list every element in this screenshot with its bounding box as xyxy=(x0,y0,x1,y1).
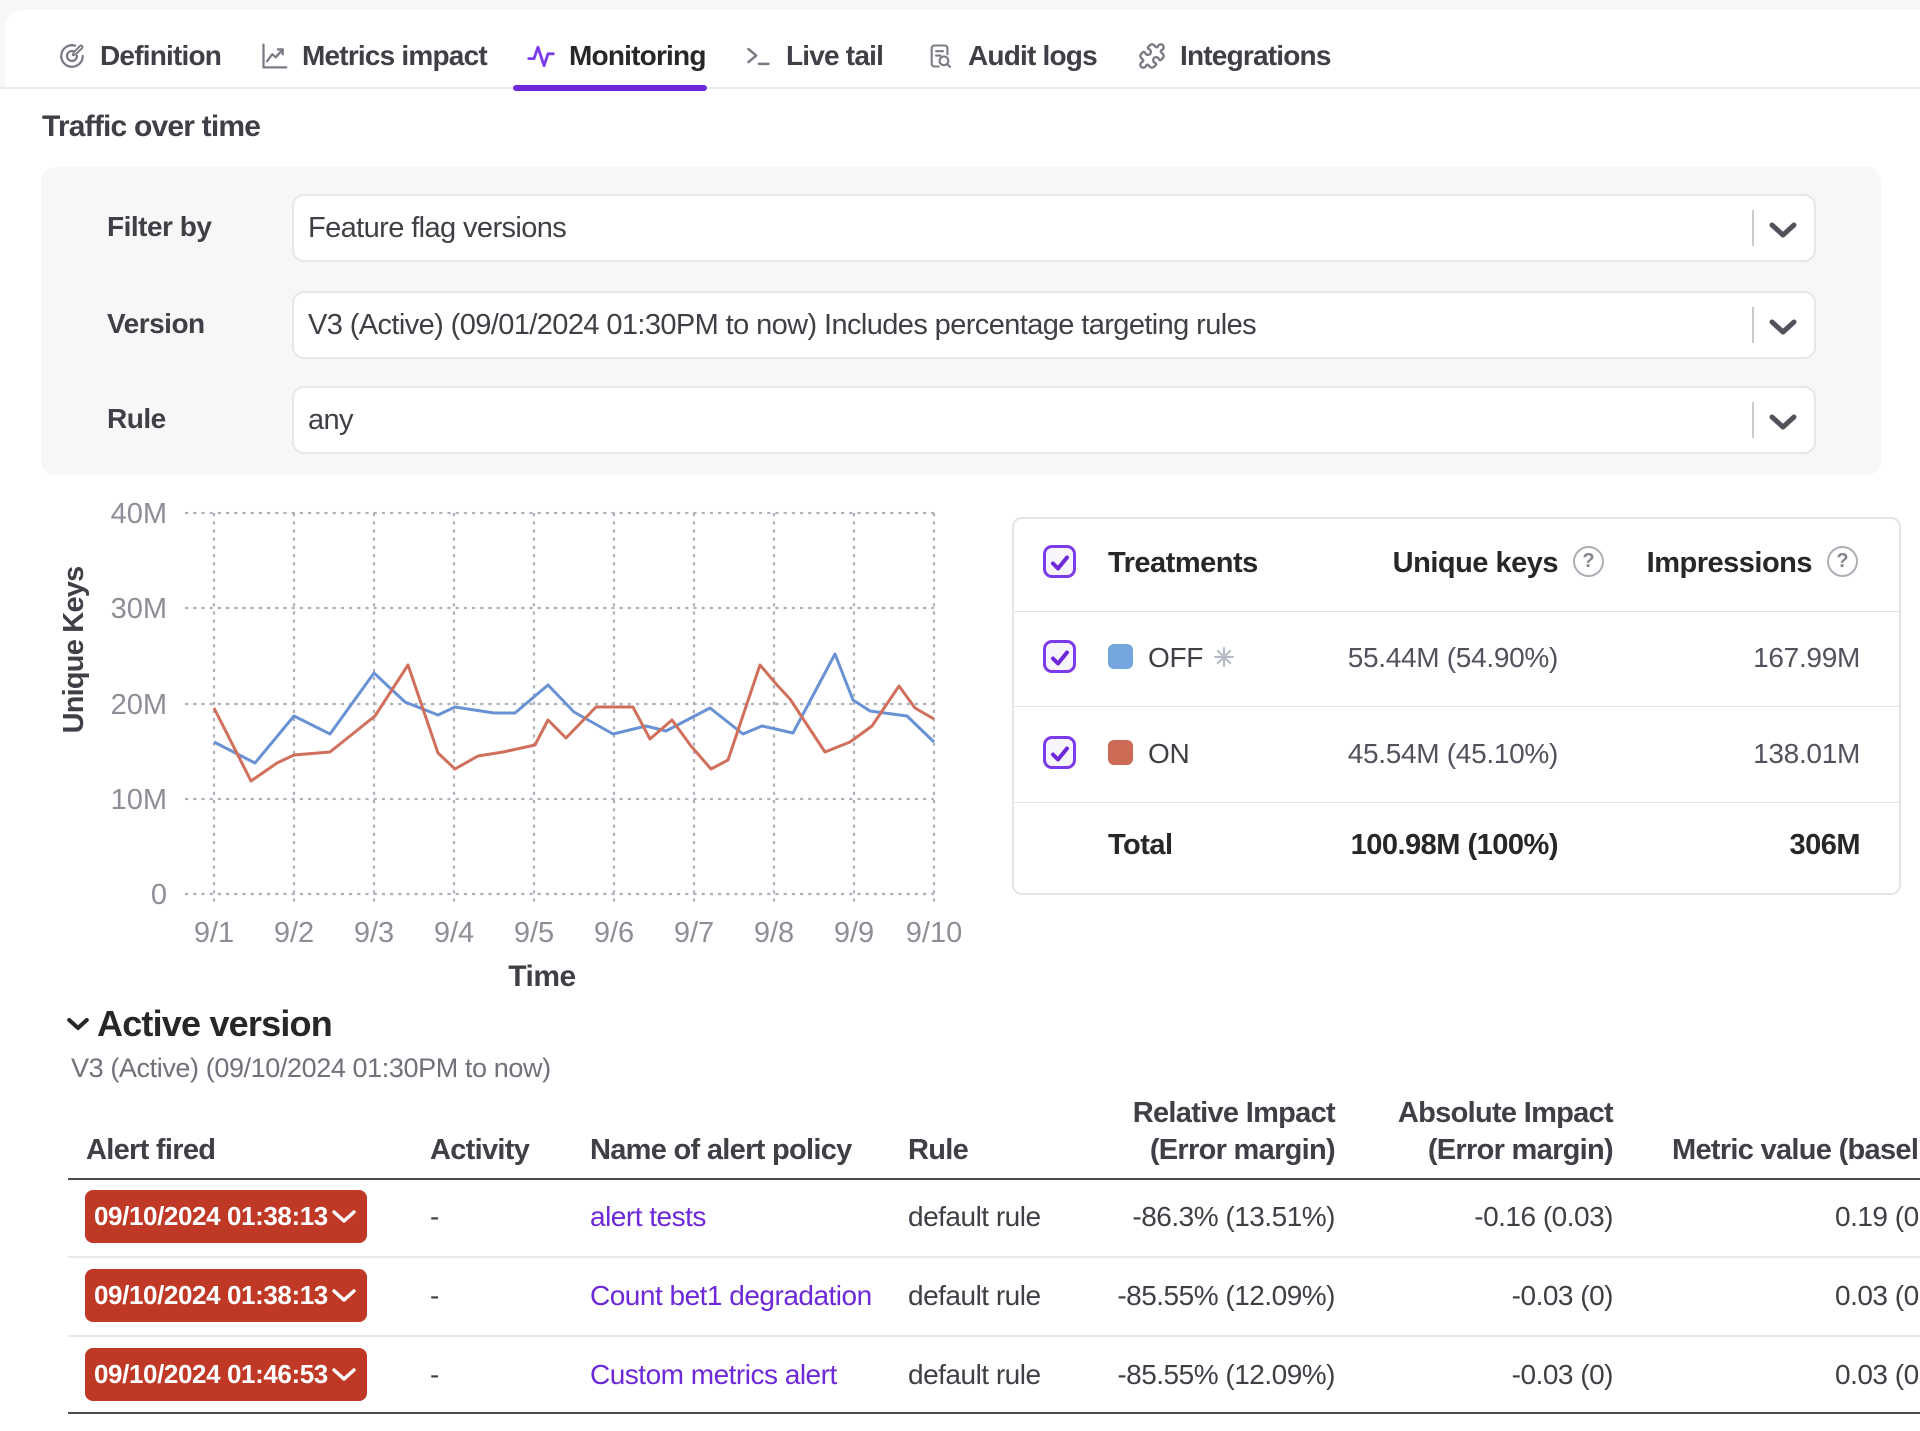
svg-text:30M: 30M xyxy=(111,593,167,625)
svg-text:20M: 20M xyxy=(111,689,167,721)
svg-text:10M: 10M xyxy=(111,784,167,816)
svg-text:9/2: 9/2 xyxy=(274,917,314,949)
svg-text:9/5: 9/5 xyxy=(514,917,554,949)
svg-text:Time: Time xyxy=(508,960,575,993)
svg-text:9/10: 9/10 xyxy=(906,917,962,949)
svg-text:40M: 40M xyxy=(111,498,167,530)
svg-text:9/9: 9/9 xyxy=(834,917,874,949)
svg-text:Unique Keys: Unique Keys xyxy=(58,567,90,734)
svg-text:9/1: 9/1 xyxy=(194,917,234,949)
svg-text:9/8: 9/8 xyxy=(754,917,794,949)
svg-text:9/6: 9/6 xyxy=(594,917,634,949)
svg-text:0: 0 xyxy=(151,879,167,911)
svg-text:9/7: 9/7 xyxy=(674,917,714,949)
svg-text:9/4: 9/4 xyxy=(434,917,474,949)
svg-text:9/3: 9/3 xyxy=(354,917,394,949)
